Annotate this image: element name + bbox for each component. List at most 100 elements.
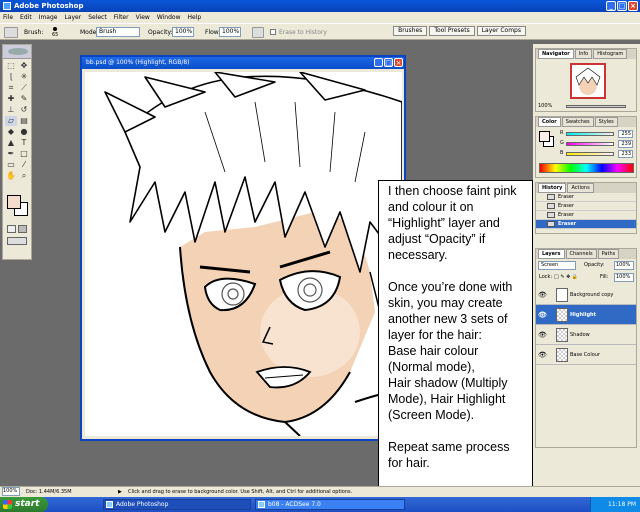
quick-mask-on-icon[interactable]: [18, 225, 27, 233]
history-item-selected[interactable]: Eraser: [536, 220, 636, 229]
screen-mode-icon[interactable]: [7, 237, 27, 245]
menu-layer[interactable]: Layer: [64, 12, 81, 23]
well-tab-tool-presets[interactable]: Tool Presets: [429, 26, 475, 36]
pen-tool-icon[interactable]: ✒: [5, 149, 17, 159]
tab-histogram[interactable]: Histogram: [593, 49, 628, 59]
mode-select[interactable]: Brush: [96, 27, 140, 37]
shape-tool-icon[interactable]: □: [18, 149, 30, 159]
history-item[interactable]: Eraser: [536, 202, 636, 211]
tab-navigator[interactable]: Navigator: [538, 49, 574, 59]
flow-field[interactable]: 100%: [219, 27, 241, 37]
eye-visibility-icon[interactable]: 👁: [538, 291, 547, 299]
healing-tool-icon[interactable]: ✚: [5, 94, 17, 104]
close-button[interactable]: ×: [628, 1, 638, 11]
well-tab-layer-comps[interactable]: Layer Comps: [476, 26, 526, 36]
history-item[interactable]: Eraser: [536, 193, 636, 202]
status-arrow-icon[interactable]: ▶: [118, 487, 122, 497]
stamp-tool-icon[interactable]: ⊥: [5, 105, 17, 115]
channel-g-value[interactable]: 239: [618, 140, 633, 148]
maximize-button[interactable]: □: [617, 1, 627, 11]
layer-row[interactable]: 👁 Base Colour: [536, 345, 636, 365]
gradient-tool-icon[interactable]: ▤: [18, 116, 30, 126]
tab-color[interactable]: Color: [538, 117, 561, 127]
minimize-button[interactable]: _: [606, 1, 616, 11]
tab-channels[interactable]: Channels: [565, 249, 597, 259]
eye-visibility-icon[interactable]: 👁: [538, 331, 547, 339]
hand-tool-icon[interactable]: ✋: [5, 171, 17, 181]
color-panel-fg-swatch[interactable]: [539, 131, 550, 142]
blend-mode-select[interactable]: Screen: [538, 261, 576, 270]
menu-edit[interactable]: Edit: [20, 12, 32, 23]
start-button[interactable]: start: [0, 497, 48, 512]
tab-actions[interactable]: Actions: [567, 183, 594, 193]
eyedropper-tool-icon[interactable]: ⁄: [18, 160, 30, 170]
marquee-tool-icon[interactable]: ⬚: [5, 61, 17, 71]
navigator-zoom-value[interactable]: 100%: [538, 103, 552, 109]
eye-visibility-icon[interactable]: 👁: [538, 311, 547, 319]
layer-row[interactable]: 👁 Shadow: [536, 325, 636, 345]
layer-row-selected[interactable]: 👁 Highlight: [536, 305, 636, 325]
document-window-controls: _ □ ×: [374, 58, 403, 67]
tab-paths[interactable]: Paths: [597, 249, 620, 259]
layer-opacity-field[interactable]: 100%: [614, 261, 634, 270]
toolbox-header[interactable]: [3, 45, 31, 59]
eraser-tool-icon[interactable]: ▱: [5, 116, 17, 126]
move-tool-icon[interactable]: ✥: [18, 61, 30, 71]
crop-tool-icon[interactable]: ⌗: [5, 83, 17, 93]
status-zoom[interactable]: 100%: [2, 487, 20, 496]
tab-info[interactable]: Info: [574, 49, 593, 59]
doc-minimize-button[interactable]: _: [374, 58, 383, 67]
menu-filter[interactable]: Filter: [114, 12, 129, 23]
history-brush-tool-icon[interactable]: ↺: [18, 105, 30, 115]
channel-b-slider[interactable]: [566, 152, 614, 156]
slice-tool-icon[interactable]: ⟋: [18, 83, 30, 93]
type-tool-icon[interactable]: T: [18, 138, 30, 148]
menu-file[interactable]: File: [3, 12, 13, 23]
document-title-bar[interactable]: bb.psd @ 100% (Highlight, RGB/8) _ □ ×: [82, 57, 404, 69]
notes-tool-icon[interactable]: ▭: [5, 160, 17, 170]
foreground-color-swatch[interactable]: [7, 195, 21, 209]
channel-b-value[interactable]: 233: [618, 150, 633, 158]
lasso-tool-icon[interactable]: ɭ: [5, 72, 17, 82]
menu-select[interactable]: Select: [88, 12, 107, 23]
erase-to-history-checkbox[interactable]: [270, 29, 276, 35]
blur-tool-icon[interactable]: ◆: [5, 127, 17, 137]
path-select-tool-icon[interactable]: ▲: [5, 138, 17, 148]
document-canvas[interactable]: [85, 72, 402, 436]
airbrush-icon[interactable]: [252, 27, 264, 38]
quick-mask-icon[interactable]: [7, 225, 16, 233]
eye-visibility-icon[interactable]: 👁: [538, 351, 547, 359]
magic-wand-tool-icon[interactable]: ✳: [18, 72, 30, 82]
opacity-field[interactable]: 100%: [172, 27, 194, 37]
zoom-tool-icon[interactable]: ⌕: [18, 171, 30, 181]
layer-row[interactable]: 👁 Background copy: [536, 285, 636, 305]
eraser-tool-preset-icon[interactable]: [4, 27, 18, 38]
taskbar-item-photoshop[interactable]: Adobe Photoshop: [103, 499, 251, 510]
layer-fill-field[interactable]: 100%: [614, 273, 634, 282]
doc-maximize-button[interactable]: □: [384, 58, 393, 67]
channel-r-slider[interactable]: [566, 132, 614, 136]
menu-image[interactable]: Image: [39, 12, 58, 23]
tab-swatches[interactable]: Swatches: [561, 117, 594, 127]
start-label: start: [15, 499, 40, 509]
menu-view[interactable]: View: [136, 12, 150, 23]
anime-boy-artwork: [104, 72, 402, 436]
well-tab-brushes[interactable]: Brushes: [393, 26, 428, 36]
color-spectrum-ramp[interactable]: [539, 163, 634, 173]
navigator-thumbnail[interactable]: [570, 63, 606, 99]
navigator-zoom-slider[interactable]: [566, 105, 626, 108]
tab-history[interactable]: History: [538, 183, 567, 193]
brush-size-picker[interactable]: 65: [44, 26, 66, 39]
dodge-tool-icon[interactable]: ●: [18, 127, 30, 137]
doc-close-button[interactable]: ×: [394, 58, 403, 67]
channel-r-value[interactable]: 255: [618, 130, 633, 138]
channel-g-slider[interactable]: [566, 142, 614, 146]
taskbar-item-acdsee[interactable]: b08 - ACDSee 7.0: [255, 499, 405, 510]
history-item[interactable]: Eraser: [536, 211, 636, 220]
tab-layers[interactable]: Layers: [538, 249, 565, 259]
brush-tool-icon[interactable]: ✎: [18, 94, 30, 104]
tab-styles[interactable]: Styles: [594, 117, 618, 127]
lock-icons[interactable]: □ ✎ ✥ 🔒: [554, 274, 578, 280]
menu-window[interactable]: Window: [157, 12, 181, 23]
menu-help[interactable]: Help: [188, 12, 202, 23]
